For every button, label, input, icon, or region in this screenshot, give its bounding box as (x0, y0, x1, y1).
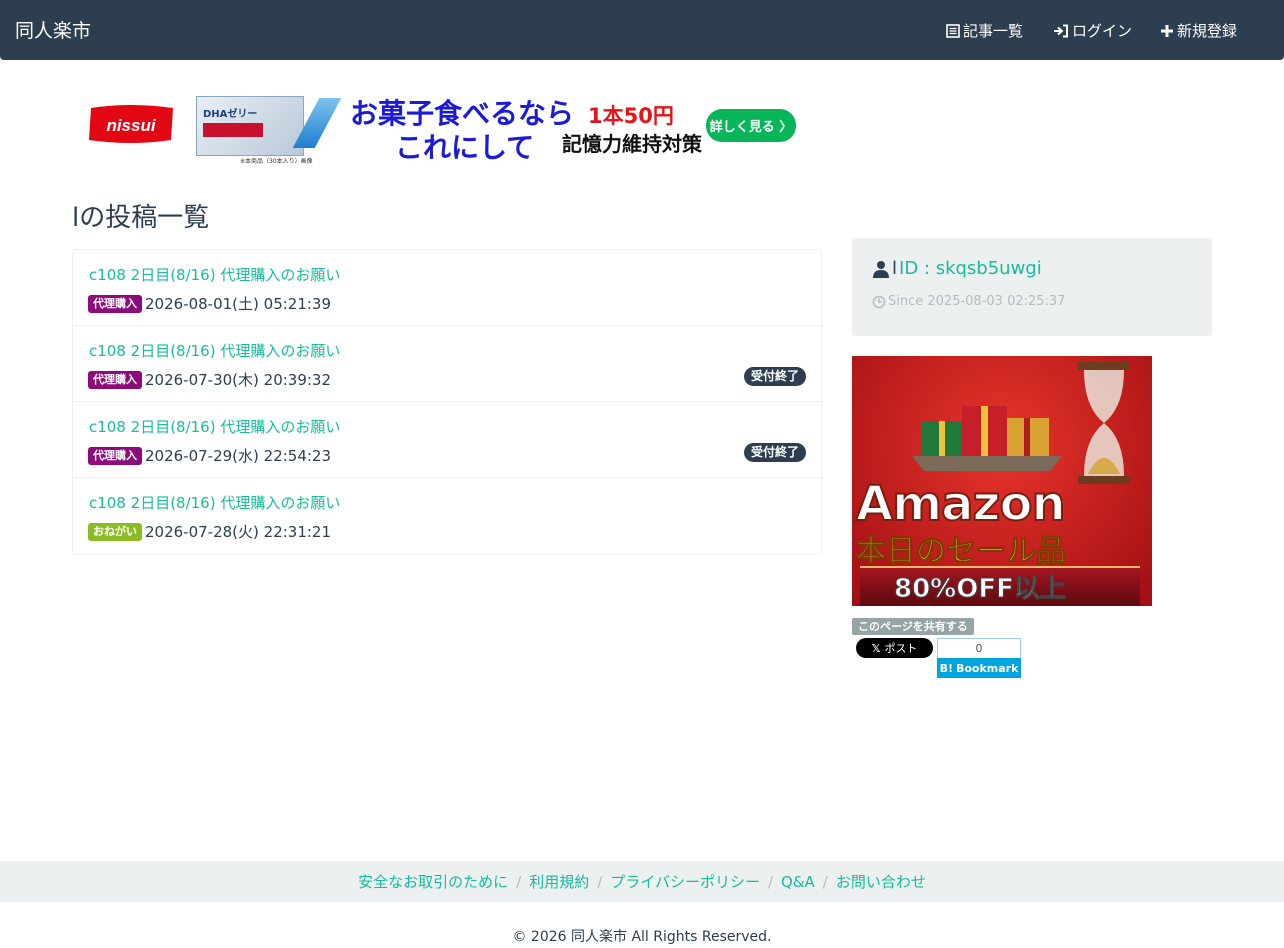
post-list: c108 2日目(8/16) 代理購入のお願い 代理購入 2026-08-01(… (72, 249, 822, 555)
status-badge: 受付終了 (743, 443, 806, 462)
post-title-link[interactable]: c108 2日目(8/16) 代理購入のお願い (89, 492, 340, 513)
list-item: c108 2日目(8/16) 代理購入のお願い 代理購入 2026-07-30(… (73, 326, 821, 402)
list-item: c108 2日目(8/16) 代理購入のお願い 代理購入 2026-08-01(… (73, 250, 821, 326)
product-image: DHAゼリー (196, 96, 304, 156)
x-logo-icon: 𝕏 (871, 641, 881, 655)
post-title-link[interactable]: c108 2日目(8/16) 代理購入のお願い (89, 416, 340, 437)
since-row: Since 2025-08-03 02:25:37 (872, 294, 1065, 309)
page-title: lの投稿一覧 (72, 203, 210, 233)
amazon-ad-brand: Amazon (855, 475, 1067, 533)
copyright: © 2026 同人楽市 All Rights Reserved. (512, 929, 772, 945)
category-label: おねがい (88, 522, 142, 541)
post-title-link[interactable]: c108 2日目(8/16) 代理購入のお願い (89, 340, 340, 361)
footer-link-contact[interactable]: お問い合わせ (836, 871, 926, 892)
footer-separator: / (597, 872, 603, 891)
footer-separator: / (822, 872, 828, 891)
nissui-logo: nissui (89, 105, 173, 143)
profile-head: l ID : skqsb5uwgi (872, 258, 1042, 279)
hatena-b-icon: B! (939, 661, 953, 675)
footer-link-terms[interactable]: 利用規約 (529, 871, 589, 892)
product-band (203, 123, 263, 137)
x-post-button[interactable]: 𝕏 ポスト (856, 638, 933, 658)
plus-icon (1161, 24, 1173, 37)
post-meta: 代理購入 2026-07-29(水) 22:54:23 (88, 445, 331, 466)
ad-note: ※本商品（30本入り）画像 (240, 158, 313, 165)
since-text: Since 2025-08-03 02:25:37 (888, 294, 1066, 309)
clock-icon (872, 295, 886, 308)
share-label: このページを共有する (852, 618, 974, 635)
nav-login-label: ログイン (1072, 22, 1133, 40)
post-date: 2026-08-01(土) 05:21:39 (145, 295, 332, 313)
footer-link-privacy[interactable]: プライバシーポリシー (610, 871, 760, 892)
post-meta: おねがい 2026-07-28(火) 22:31:21 (88, 521, 331, 542)
hatena-bookmark-widget: 0 B! Bookmark (937, 638, 1021, 678)
ad-price: 1本50円 (588, 104, 674, 128)
category-label: 代理購入 (88, 446, 142, 465)
ad-detail-button[interactable]: 詳しく見る 〉 (706, 109, 796, 142)
footer-link-safe-trade[interactable]: 安全なお取引のために (358, 871, 508, 892)
nissui-logo-text: nissui (106, 116, 156, 135)
list-item: c108 2日目(8/16) 代理購入のお願い おねがい 2026-07-28(… (73, 478, 821, 554)
status-badge: 受付終了 (743, 367, 806, 386)
list-icon (946, 23, 960, 38)
footer-link-qa[interactable]: Q&A (781, 873, 815, 891)
post-meta: 代理購入 2026-08-01(土) 05:21:39 (88, 293, 331, 314)
nav-register-label: 新規登録 (1177, 22, 1238, 40)
post-date: 2026-07-29(水) 22:54:23 (145, 447, 332, 465)
post-date: 2026-07-28(火) 22:31:21 (145, 523, 332, 541)
ad-subline: 記憶力維持対策 (562, 132, 702, 156)
gift-boxes-image (912, 406, 1062, 471)
amazon-ad[interactable]: Amazon 本日のセール品 80%OFF以上 (852, 356, 1152, 606)
hatena-count: 0 (937, 638, 1021, 659)
amazon-ad-off: 80%OFF以上 (894, 574, 1067, 605)
post-title-link[interactable]: c108 2日目(8/16) 代理購入のお願い (89, 264, 340, 285)
list-item: c108 2日目(8/16) 代理購入のお願い 代理購入 2026-07-29(… (73, 402, 821, 478)
nav-register[interactable]: 新規登録 (1160, 20, 1237, 41)
brand-logo[interactable]: 同人楽市 (15, 16, 91, 43)
ad-headline-2: これにして (395, 131, 535, 164)
nav-login[interactable]: ログイン (1053, 20, 1132, 41)
post-date: 2026-07-30(木) 20:39:32 (145, 371, 332, 389)
footer-separator: / (516, 872, 522, 891)
nav-article-list-label: 記事一覧 (963, 22, 1024, 40)
x-post-label: ポスト (884, 642, 918, 655)
login-icon (1054, 24, 1068, 37)
category-label: 代理購入 (88, 370, 142, 389)
category-label: 代理購入 (88, 294, 142, 313)
user-name: l (892, 258, 898, 279)
navbar: 同人楽市 記事一覧 ログイン 新規登録 (0, 0, 1284, 60)
ad-banner[interactable]: nissui DHAゼリー ※本商品（30本入り）画像 お菓子食べるなら これに… (80, 94, 796, 165)
user-id: ID : skqsb5uwgi (899, 258, 1042, 279)
footer-links: 安全なお取引のために / 利用規約 / プライバシーポリシー / Q&A / お… (0, 861, 1284, 902)
post-meta: 代理購入 2026-07-30(木) 20:39:32 (88, 369, 331, 390)
hatena-bookmark-label: Bookmark (955, 661, 1019, 675)
footer-separator: / (767, 872, 774, 891)
hatena-bookmark-button[interactable]: B! Bookmark (937, 658, 1021, 678)
nav-article-list[interactable]: 記事一覧 (946, 20, 1023, 41)
profile-box: l ID : skqsb5uwgi Since 2025-08-03 02:25… (852, 238, 1212, 336)
amazon-ad-sub: 本日のセール品 (856, 534, 1067, 570)
user-icon (873, 260, 889, 278)
product-text: DHAゼリー (203, 109, 258, 120)
hourglass-image (1078, 362, 1130, 484)
